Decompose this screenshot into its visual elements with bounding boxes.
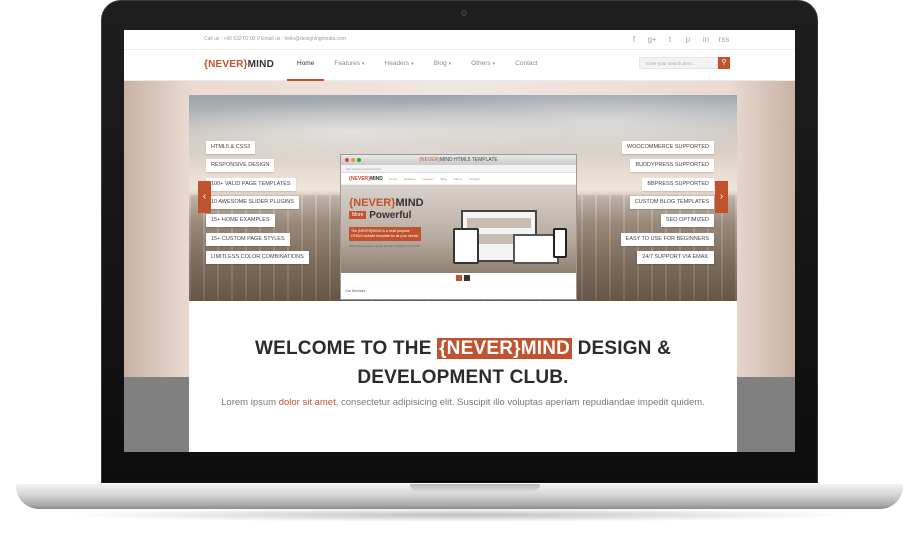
search-button[interactable]: ⚲ xyxy=(718,57,730,69)
brand-highlight: {NEVER}MIND xyxy=(437,338,573,359)
lead-link[interactable]: dolor sit amet xyxy=(279,397,336,408)
facebook-icon[interactable]: f xyxy=(625,34,643,46)
feature-tag: 100+ VALID PAGE TEMPLATES xyxy=(206,178,296,191)
preview-logo: {NEVER}MIND xyxy=(349,176,383,182)
chevron-right-icon: › xyxy=(719,191,724,202)
feature-tag: HTML5 & CSS3 xyxy=(206,141,256,154)
camera-icon xyxy=(461,10,467,16)
feature-tag: CUSTOM BLOG TEMPLATES xyxy=(629,196,714,209)
social-links: f g+ t p in rss xyxy=(625,34,733,46)
maximize-dot-icon xyxy=(357,158,361,162)
nav-contact[interactable]: Contact xyxy=(505,50,547,81)
nav-home[interactable]: Home xyxy=(287,50,325,81)
preview-slider-controls xyxy=(456,275,470,281)
window-controls xyxy=(345,158,361,162)
feature-tag: 24/7 SUPPORT VIA EMAIL xyxy=(637,251,714,264)
site-logo[interactable]: {NEVER}MIND xyxy=(204,59,274,70)
preview-description: The {NEVER}MIND is a multi purpose HTML5… xyxy=(349,227,421,241)
close-dot-icon xyxy=(345,158,349,162)
minimize-dot-icon xyxy=(351,158,355,162)
nav-features[interactable]: Features ▾ xyxy=(324,50,374,81)
laptop-shadow xyxy=(60,508,860,522)
screen: Call us : +90 532 02 02 // Email us : he… xyxy=(124,30,795,452)
preview-url-bar: http://www.nevermind.com xyxy=(341,165,576,173)
chevron-down-icon: ▾ xyxy=(362,61,365,67)
preview-menu: Home Features Headers Blog Others Contac… xyxy=(389,177,480,181)
chevron-down-icon: ▾ xyxy=(411,61,414,67)
google-plus-icon[interactable]: g+ xyxy=(643,34,661,46)
nav-blog[interactable]: Blog ▾ xyxy=(424,50,462,81)
chevron-down-icon: ▾ xyxy=(448,61,452,67)
prev-control-icon xyxy=(456,275,462,281)
feature-tag: LIMITLESS COLOR COMBINATIONS xyxy=(206,251,309,264)
preview-headline: {NEVER}MIND xyxy=(349,197,424,209)
feature-tag: BBPRESS SUPPORTED xyxy=(642,178,714,191)
laptop-notch xyxy=(410,484,540,491)
search-icon: ⚲ xyxy=(721,59,727,66)
nav-others[interactable]: Others ▾ xyxy=(461,50,505,81)
preview-services-label: Our Services xyxy=(345,289,366,293)
logo-brand: {NEVER} xyxy=(204,59,248,70)
tablet-icon xyxy=(453,228,479,264)
nav-headers[interactable]: Headers ▾ xyxy=(375,50,424,81)
contact-info: Call us : +90 532 02 02 // Email us : he… xyxy=(204,36,346,42)
welcome-lead: Lorem ipsum dolor sit amet, consectetur … xyxy=(221,397,705,408)
preview-navbar: {NEVER}MIND Home Features Headers Blog O… xyxy=(341,173,576,185)
preview-title-bar: {NEVER}MIND HTML5 TEMPLATE xyxy=(341,155,576,165)
main-navbar: {NEVER}MIND Home Features ▾ Headers ▾ Blog… xyxy=(124,50,795,81)
main-menu: Home Features ▾ Headers ▾ Blog ▾ Others ▾ Co… xyxy=(287,50,548,81)
welcome-heading: WELCOME TO THE {NEVER}MIND DESIGN & DEVE… xyxy=(254,338,672,388)
laptop-base xyxy=(16,483,903,509)
twitter-icon[interactable]: t xyxy=(661,34,679,46)
preview-subline: 100% Responsive Layout Design & Mobile O… xyxy=(349,244,421,248)
chevron-down-icon: ▾ xyxy=(492,61,496,67)
preview-devices xyxy=(453,210,569,270)
slider-prev-button[interactable]: ‹ xyxy=(198,181,211,213)
top-bar: Call us : +90 532 02 02 // Email us : he… xyxy=(124,30,795,50)
feature-tag: 10 AWESOME SLIDER PLUGINS xyxy=(206,196,299,209)
chevron-left-icon: ‹ xyxy=(202,191,207,202)
pinterest-icon[interactable]: p xyxy=(679,34,697,46)
slider-next-button[interactable]: › xyxy=(715,181,728,213)
hero-slider: HTML5 & CSS3 RESPONSIVE DESIGN 100+ VALI… xyxy=(189,95,737,301)
feature-tag: RESPONSIVE DESIGN xyxy=(206,159,275,172)
rss-icon[interactable]: rss xyxy=(715,34,733,46)
phone-icon xyxy=(553,228,567,258)
feature-tag: BUDDYPRESS SUPPORTED xyxy=(630,159,714,172)
preview-footer: Our Services xyxy=(341,273,576,299)
linkedin-icon[interactable]: in xyxy=(697,34,715,46)
feature-tag: EASY TO USE FOR BEGINNERS xyxy=(620,233,714,246)
preview-powerful: More Powerful xyxy=(349,210,411,222)
feature-tag: SEO OPTIMIZED xyxy=(660,214,714,227)
next-control-icon xyxy=(464,275,470,281)
logo-rest: MIND xyxy=(247,59,274,70)
feature-tag: 15+ HOME EXAMPLES xyxy=(206,214,275,227)
feature-tag: 15+ CUSTOM PAGE STYLES xyxy=(206,233,290,246)
feature-tag: WOOCOMMERCE SUPPORTED xyxy=(621,141,714,154)
search-input[interactable]: Enter your search term... xyxy=(639,57,718,69)
welcome-section: WELCOME TO THE {NEVER}MIND DESIGN & DEVE… xyxy=(189,301,737,452)
template-preview-window: {NEVER}MIND HTML5 TEMPLATE http://www.ne… xyxy=(340,154,577,300)
